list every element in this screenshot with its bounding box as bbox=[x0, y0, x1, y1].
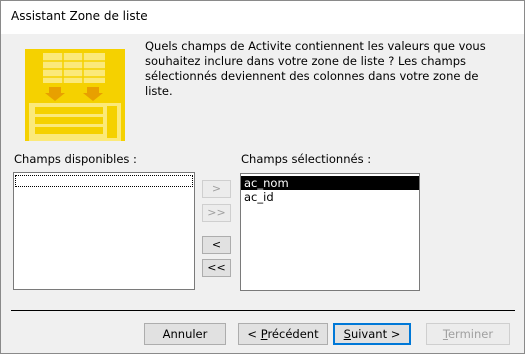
available-fields-label: Champs disponibles : bbox=[14, 152, 137, 166]
next-rest: uivant > bbox=[350, 327, 401, 341]
list-item[interactable]: ac_nom bbox=[241, 176, 419, 190]
instructions-text: Quels champs de Activite contiennent les… bbox=[145, 39, 486, 98]
separator bbox=[11, 310, 515, 311]
previous-arrow: < bbox=[247, 327, 261, 341]
available-fields-list[interactable] bbox=[13, 172, 195, 290]
remove-one-button[interactable]: < bbox=[202, 236, 231, 254]
window-title: Assistant Zone de liste bbox=[11, 9, 148, 23]
list-box-illustration-icon bbox=[25, 49, 125, 141]
title-bar: Assistant Zone de liste bbox=[1, 1, 524, 34]
remove-all-button[interactable]: << bbox=[202, 259, 231, 277]
finish-button[interactable]: Terminer bbox=[426, 323, 510, 345]
next-button[interactable]: Suivant > bbox=[333, 323, 411, 345]
selected-fields-label: Champs sélectionnés : bbox=[241, 152, 372, 166]
selected-fields-list[interactable]: ac_nom ac_id bbox=[240, 173, 420, 291]
finish-rest: erminer bbox=[447, 327, 494, 341]
previous-button[interactable]: < Précédent bbox=[238, 323, 328, 345]
list-item[interactable]: ac_id bbox=[241, 190, 419, 204]
wizard-window: Assistant Zone de liste Quels champs de … bbox=[0, 0, 525, 354]
add-one-button[interactable]: > bbox=[202, 180, 231, 198]
add-all-button[interactable]: >> bbox=[202, 204, 231, 222]
focus-indicator bbox=[15, 175, 193, 187]
next-accel: S bbox=[343, 327, 351, 341]
cancel-button[interactable]: Annuler bbox=[144, 323, 226, 345]
previous-rest: récédent bbox=[267, 327, 319, 341]
